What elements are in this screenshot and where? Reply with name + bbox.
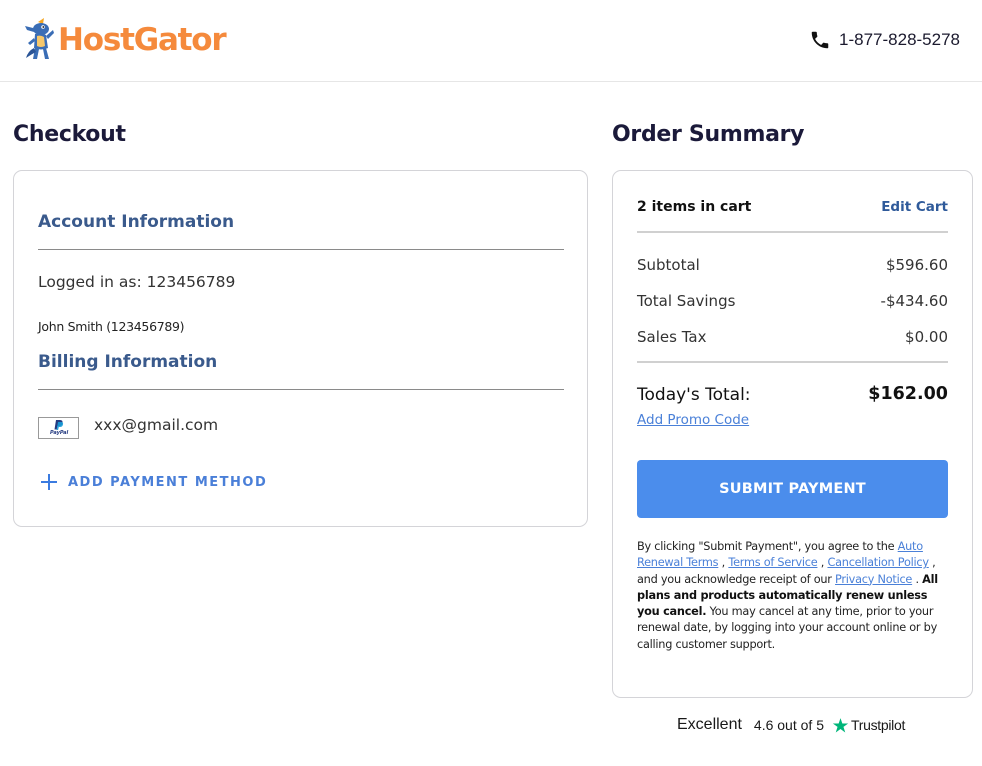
subtotal-value: $596.60	[885, 256, 948, 274]
trustpilot-star-icon	[832, 717, 849, 732]
account-divider	[38, 249, 564, 250]
legal-text-prefix: By clicking "Submit Payment", you agree …	[637, 540, 895, 553]
payment-email: xxx@gmail.com	[94, 416, 219, 434]
page-title: Checkout	[13, 122, 126, 147]
legal-sep-2: ,	[820, 556, 825, 570]
hostgator-logo[interactable]: HostGator	[24, 18, 227, 62]
cancellation-policy-link[interactable]: Cancellation Policy	[827, 556, 929, 569]
add-promo-code-link[interactable]: Add Promo Code	[637, 412, 749, 428]
user-name-line: John Smith (123456789)	[38, 319, 185, 334]
legal-sep-1: ,	[721, 556, 726, 570]
cart-item-count: 2 items in cart	[637, 199, 752, 215]
summary-divider-top	[637, 231, 948, 233]
logged-in-id: 123456789	[146, 273, 236, 291]
legal-disclaimer: By clicking "Submit Payment", you agree …	[637, 539, 951, 653]
add-payment-method-label: ADD PAYMENT METHOD	[68, 474, 268, 490]
subtotal-label: Subtotal	[637, 256, 700, 274]
site-header: HostGator 1-877-828-5278	[0, 0, 982, 82]
total-savings-value: -$434.60	[880, 292, 948, 310]
checkout-card: Account Information Logged in as: 123456…	[13, 170, 588, 527]
paypal-logo-text: PayPal	[50, 430, 69, 436]
logged-in-as: Logged in as: 123456789	[38, 273, 235, 291]
sales-tax-label: Sales Tax	[637, 328, 707, 346]
phone-number: 1-877-828-5278	[839, 30, 960, 49]
brand-name: HostGator	[58, 22, 227, 58]
total-savings-label: Total Savings	[637, 292, 736, 310]
terms-of-service-link[interactable]: Terms of Service	[728, 556, 817, 569]
gator-mascot-icon	[25, 18, 54, 59]
phone-icon	[811, 31, 829, 49]
order-summary-title: Order Summary	[612, 122, 805, 147]
add-payment-method-button[interactable]: ADD PAYMENT METHOD	[40, 473, 267, 491]
privacy-notice-link[interactable]: Privacy Notice	[835, 573, 912, 586]
billing-divider	[38, 389, 564, 390]
legal-period: .	[915, 572, 919, 586]
order-summary-card: 2 items in cart Edit Cart Subtotal $596.…	[612, 170, 973, 698]
trustpilot-brand: Trustpilot	[850, 717, 906, 733]
sales-tax-value: $0.00	[905, 328, 948, 346]
submit-payment-button[interactable]: SUBMIT PAYMENT	[637, 460, 948, 518]
payment-method-row[interactable]: PayPal xxx@gmail.com	[38, 416, 219, 439]
summary-divider-bottom	[637, 361, 948, 363]
trustpilot-widget[interactable]: Excellent 4.6 out of 5 Trustpilot	[677, 716, 905, 734]
account-information-heading: Account Information	[38, 212, 235, 232]
todays-total-label: Today's Total:	[637, 385, 751, 405]
edit-cart-link[interactable]: Edit Cart	[881, 199, 948, 215]
todays-total-value: $162.00	[868, 384, 948, 404]
billing-information-heading: Billing Information	[38, 352, 218, 372]
paypal-icon: PayPal	[38, 417, 79, 439]
trustpilot-rating-text: 4.6 out of 5	[753, 717, 824, 733]
plus-icon	[40, 473, 58, 491]
logged-in-label: Logged in as:	[38, 273, 142, 291]
trustpilot-rating-word: Excellent	[677, 716, 742, 733]
phone-contact[interactable]: 1-877-828-5278	[809, 29, 960, 51]
